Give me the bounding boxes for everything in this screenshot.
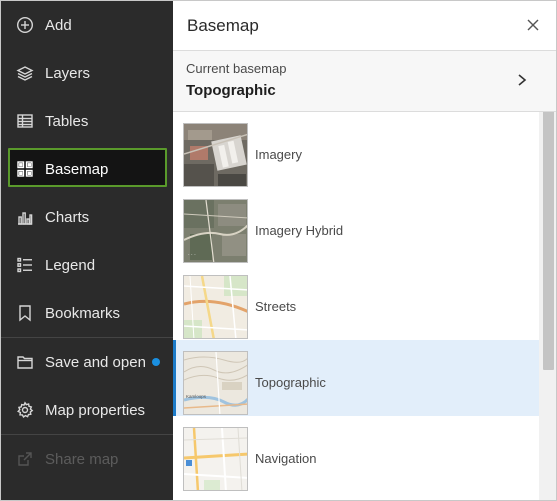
sidebar-item-tables[interactable]: Tables (1, 97, 173, 145)
basemap-label: Imagery (255, 147, 302, 162)
svg-text:Kamloops: Kamloops (186, 394, 207, 399)
sidebar-item-label: Add (45, 16, 72, 34)
basemap-item-imagery[interactable]: Imagery (173, 112, 539, 188)
basemap-icon (1, 160, 45, 178)
basemap-item-navigation[interactable]: Navigation (173, 416, 539, 492)
basemap-thumbnail-imagery (183, 123, 248, 187)
basemap-thumbnail-imagery-hybrid: · · · (183, 199, 248, 263)
sidebar-item-label: Share map (45, 450, 119, 468)
unsaved-indicator-dot (152, 358, 160, 366)
basemap-item-topographic[interactable]: Kamloops Topographic (173, 340, 539, 416)
app-window: Add Layers Tables Basemap Charts Legend … (0, 0, 557, 501)
sidebar-item-layers[interactable]: Layers (1, 49, 173, 97)
sidebar-item-label: Layers (45, 64, 91, 82)
sidebar-item-share-map: Share map (1, 435, 173, 483)
basemap-thumbnail-navigation (183, 427, 248, 491)
folder-icon (1, 353, 45, 371)
sidebar-item-label: Charts (45, 208, 90, 226)
current-basemap-caption: Current basemap (186, 61, 287, 76)
chevron-right-icon (516, 73, 528, 87)
basemap-thumbnail-topographic: Kamloops (183, 351, 248, 415)
sidebar-item-add[interactable]: Add (1, 1, 173, 49)
basemap-item-streets[interactable]: Streets (173, 264, 539, 340)
sidebar-item-label: Map properties (45, 401, 146, 419)
current-basemap-row[interactable]: Current basemap Topographic (173, 51, 556, 112)
chart-icon (1, 208, 45, 226)
basemap-label: Imagery Hybrid (255, 223, 344, 238)
close-icon (527, 19, 539, 31)
sidebar-item-legend[interactable]: Legend (1, 241, 173, 289)
basemap-list: Imagery · · · Imagery Hybrid Streets Kam… (173, 112, 539, 500)
sidebar-item-label: Save and open (45, 353, 146, 371)
legend-icon (1, 256, 45, 274)
layers-icon (1, 64, 45, 82)
share-icon (1, 450, 45, 468)
sidebar-item-label: Legend (45, 256, 96, 274)
sidebar-item-bookmarks[interactable]: Bookmarks (1, 289, 173, 337)
scrollbar-thumb[interactable] (543, 70, 554, 370)
table-icon (1, 112, 45, 130)
selected-accent-bar (173, 340, 176, 416)
sidebar-item-basemap[interactable]: Basemap (1, 145, 173, 193)
panel-title: Basemap (187, 16, 259, 35)
basemap-thumbnail-streets (183, 275, 248, 339)
svg-text:· · ·: · · · (188, 252, 196, 258)
current-basemap-name: Topographic (186, 82, 276, 99)
sidebar-item-charts[interactable]: Charts (1, 193, 173, 241)
sidebar-item-label: Bookmarks (45, 304, 121, 322)
sidebar-item-map-properties[interactable]: Map properties (1, 386, 173, 434)
plus-circle-icon (1, 16, 45, 34)
basemap-panel: Basemap Current basemap Topographic Imag… (173, 1, 556, 500)
basemap-item-imagery-hybrid[interactable]: · · · Imagery Hybrid (173, 188, 539, 264)
sidebar: Add Layers Tables Basemap Charts Legend … (1, 1, 173, 500)
bookmark-icon (1, 304, 45, 322)
gear-icon (1, 401, 45, 419)
sidebar-item-label: Tables (45, 112, 89, 130)
sidebar-item-save-and-open[interactable]: Save and open (1, 338, 173, 386)
basemap-label: Streets (255, 299, 297, 314)
basemap-label: Topographic (255, 375, 326, 390)
sidebar-item-label: Basemap (45, 160, 109, 178)
panel-header: Basemap (173, 1, 556, 51)
basemap-label: Navigation (255, 451, 317, 466)
close-button[interactable] (526, 18, 540, 32)
